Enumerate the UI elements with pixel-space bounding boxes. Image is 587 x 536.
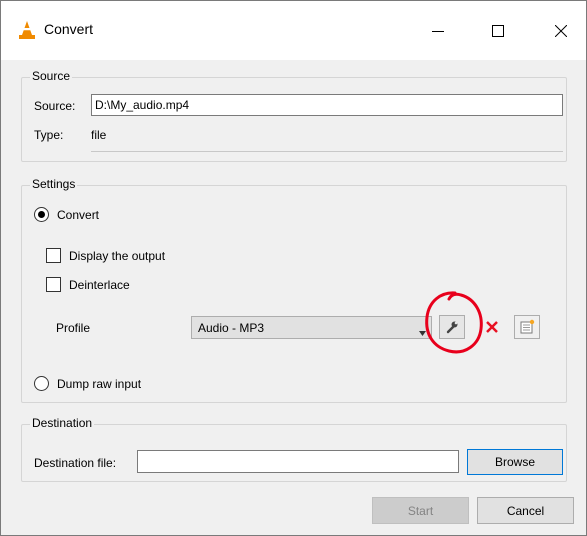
minimize-button[interactable] bbox=[415, 1, 461, 60]
convert-dialog: Convert Source Source: D:\My_audio.mp4 T… bbox=[0, 0, 587, 536]
profile-dropdown-value: Audio - MP3 bbox=[198, 321, 265, 335]
vlc-cone-icon bbox=[18, 20, 36, 40]
annotation-circle bbox=[425, 291, 483, 354]
type-value: file bbox=[91, 128, 107, 142]
type-label: Type: bbox=[34, 128, 64, 142]
profile-dropdown[interactable]: Audio - MP3 bbox=[191, 316, 432, 339]
deinterlace-label[interactable]: Deinterlace bbox=[69, 278, 130, 292]
window-title: Convert bbox=[44, 21, 94, 37]
source-input[interactable]: D:\My_audio.mp4 bbox=[91, 94, 563, 116]
new-profile-icon bbox=[520, 319, 535, 334]
minimize-icon bbox=[432, 30, 444, 32]
dump-raw-label[interactable]: Dump raw input bbox=[57, 377, 141, 391]
source-group-label: Source bbox=[30, 69, 73, 83]
close-icon bbox=[555, 24, 567, 37]
source-group bbox=[21, 77, 567, 162]
start-button[interactable]: Start bbox=[372, 497, 469, 524]
browse-button[interactable]: Browse bbox=[467, 449, 563, 475]
destination-file-label: Destination file: bbox=[34, 456, 117, 470]
settings-group-label: Settings bbox=[30, 177, 78, 191]
display-output-label[interactable]: Display the output bbox=[69, 249, 165, 263]
destination-file-input[interactable] bbox=[137, 450, 459, 473]
dump-raw-radio[interactable] bbox=[34, 376, 49, 391]
source-label: Source: bbox=[34, 99, 76, 113]
convert-radio[interactable] bbox=[34, 207, 49, 222]
source-divider bbox=[91, 151, 563, 152]
convert-radio-label[interactable]: Convert bbox=[57, 208, 99, 222]
deinterlace-checkbox[interactable] bbox=[46, 277, 61, 292]
display-output-checkbox[interactable] bbox=[46, 248, 61, 263]
maximize-icon bbox=[492, 24, 504, 37]
maximize-button[interactable] bbox=[475, 1, 521, 60]
cancel-button[interactable]: Cancel bbox=[477, 497, 574, 524]
profile-label: Profile bbox=[56, 321, 91, 335]
close-button[interactable] bbox=[538, 1, 584, 60]
title-bar: Convert bbox=[1, 1, 586, 60]
destination-group-label: Destination bbox=[30, 416, 95, 430]
new-profile-button[interactable] bbox=[514, 315, 540, 339]
